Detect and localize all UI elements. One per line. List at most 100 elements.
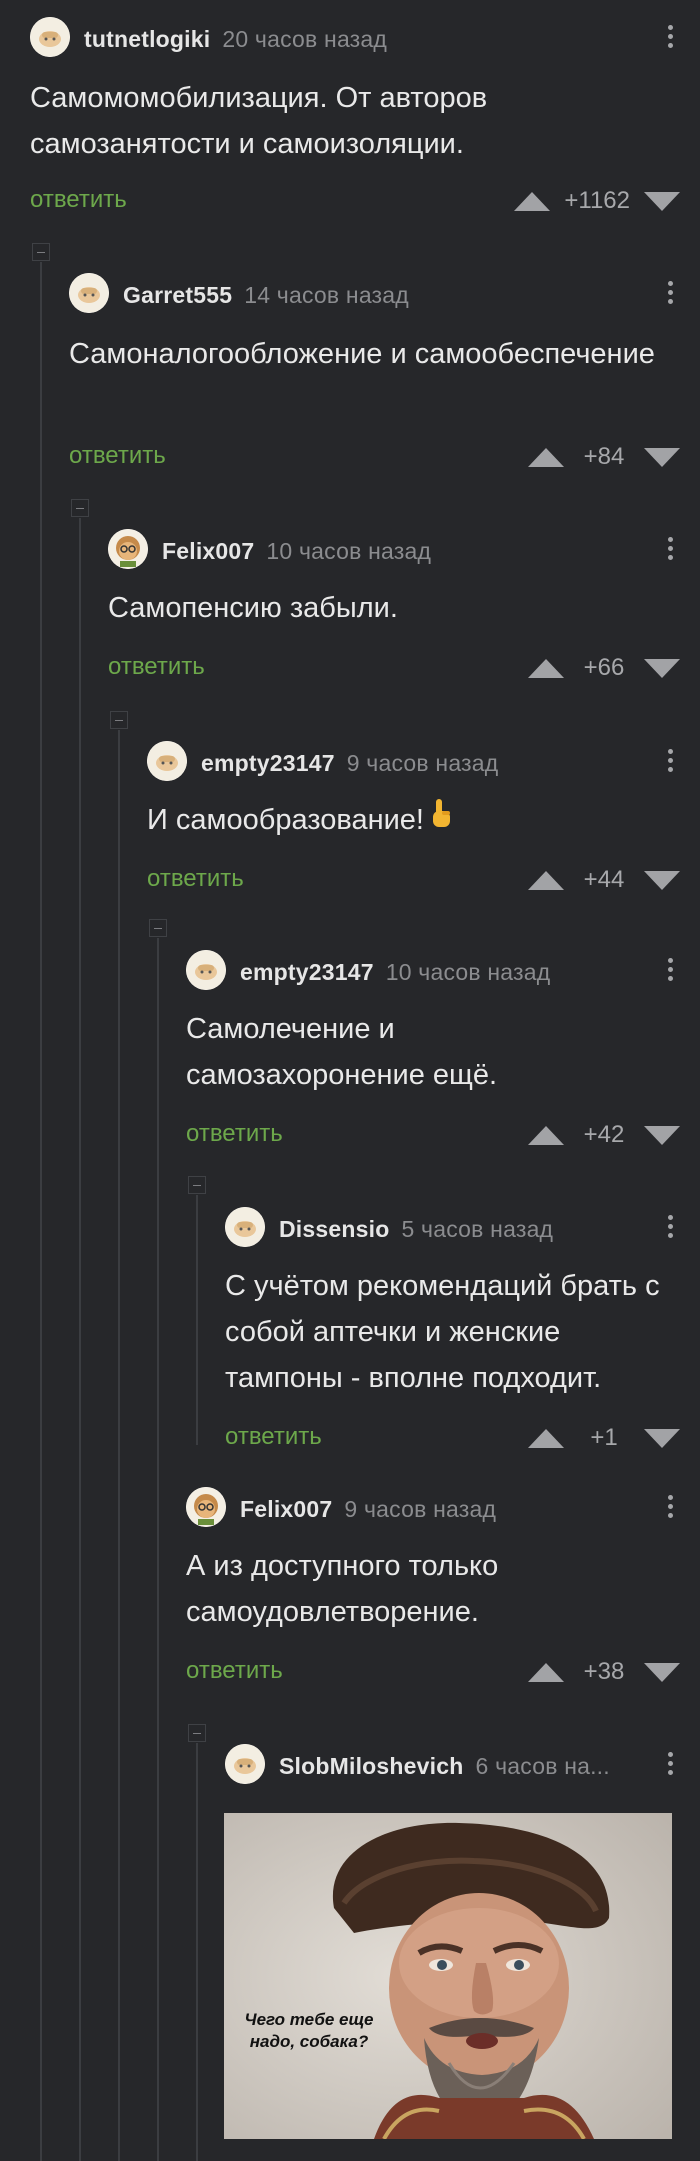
upvote-icon[interactable] <box>528 870 564 890</box>
comment: SlobMiloshevich 6 часов на... <box>225 1744 700 1804</box>
reply-button[interactable]: ответить <box>69 442 166 470</box>
avatar[interactable] <box>30 17 70 57</box>
username-text[interactable]: empty23147 <box>201 750 335 776</box>
reply-button[interactable]: ответить <box>186 1120 283 1148</box>
collapse-button[interactable] <box>110 711 128 729</box>
comment-header: Garret555 14 часов назад <box>69 273 700 313</box>
upvote-icon[interactable] <box>528 658 564 678</box>
more-options-icon[interactable] <box>658 745 682 779</box>
username[interactable]: tutnetlogiki 20 часов назад <box>84 26 387 53</box>
username[interactable]: Felix007 10 часов назад <box>162 538 431 565</box>
comment-actions: ответить +1 <box>225 1417 700 1457</box>
more-options-icon[interactable] <box>658 1211 682 1245</box>
avatar[interactable] <box>186 950 226 990</box>
reply-button[interactable]: ответить <box>225 1423 322 1451</box>
avatar[interactable] <box>225 1207 265 1247</box>
collapse-button[interactable] <box>32 243 50 261</box>
username[interactable]: SlobMiloshevich 6 часов на... <box>279 1753 610 1780</box>
branch-line <box>196 1195 198 1445</box>
comment-text-content: И самообразование! <box>147 804 424 836</box>
upvote-icon[interactable] <box>528 447 564 467</box>
timestamp: 9 часов назад <box>346 750 499 776</box>
username[interactable]: empty23147 9 часов назад <box>201 750 498 777</box>
comment: Felix007 9 часов назад А из доступного то… <box>186 1487 700 1697</box>
collapse-button[interactable] <box>188 1724 206 1742</box>
username[interactable]: Felix007 9 часов назад <box>240 1496 496 1523</box>
timestamp: 9 часов назад <box>344 1496 497 1522</box>
more-options-icon[interactable] <box>658 954 682 988</box>
timestamp: 20 часов назад <box>222 26 388 52</box>
downvote-icon[interactable] <box>644 447 680 467</box>
comment-header: Felix007 10 часов назад <box>108 529 700 569</box>
comment-header: empty23147 10 часов назад <box>186 950 700 990</box>
timestamp: 5 часов назад <box>401 1216 554 1242</box>
comment-text: С учётом рекомендаций брать с собой апте… <box>225 1270 660 1394</box>
upvote-icon[interactable] <box>528 1662 564 1682</box>
username-text[interactable]: tutnetlogiki <box>84 26 210 52</box>
upvote-icon[interactable] <box>528 1428 564 1448</box>
reply-button[interactable]: ответить <box>30 186 127 214</box>
comment: empty23147 9 часов назад И самообразовани… <box>147 741 700 901</box>
vote-controls: +1 <box>528 1421 680 1455</box>
timestamp: 10 часов назад <box>266 538 432 564</box>
more-options-icon[interactable] <box>658 533 682 567</box>
comment-header: Dissensio 5 часов назад <box>225 1207 700 1247</box>
username-text[interactable]: Felix007 <box>240 1496 332 1522</box>
avatar[interactable] <box>147 741 187 781</box>
rating-score: +1162 <box>564 187 630 214</box>
upvote-icon[interactable] <box>514 191 551 211</box>
avatar[interactable] <box>186 1487 226 1527</box>
vote-controls: +38 <box>528 1655 680 1689</box>
username[interactable]: Dissensio 5 часов назад <box>279 1216 553 1243</box>
downvote-icon[interactable] <box>644 870 680 890</box>
avatar[interactable] <box>108 529 148 569</box>
branch-line <box>40 262 42 2161</box>
comment: Dissensio 5 часов назад С учётом рекоменд… <box>225 1207 700 1467</box>
username[interactable]: Garret555 14 часов назад <box>123 282 409 309</box>
vote-controls: +42 <box>528 1118 680 1152</box>
username-text[interactable]: SlobMiloshevich <box>279 1753 463 1779</box>
comment-text: Самомомобилизация. От авторов самозанято… <box>30 82 488 160</box>
collapse-button[interactable] <box>71 499 89 517</box>
comment-image[interactable]: Чего тебе еще надо, собака? <box>224 1813 672 2139</box>
rating-score: +42 <box>583 1121 625 1148</box>
vote-controls: +1162 <box>514 184 680 218</box>
comment-text: Самопенсию забыли. <box>108 592 398 624</box>
downvote-icon[interactable] <box>644 1662 680 1682</box>
comment-actions: ответить +42 <box>186 1114 700 1154</box>
downvote-icon[interactable] <box>644 1428 680 1448</box>
comment-header: Felix007 9 часов назад <box>186 1487 700 1527</box>
reply-button[interactable]: ответить <box>147 865 244 893</box>
username-text[interactable]: empty23147 <box>240 959 374 985</box>
vote-controls: +44 <box>528 863 680 897</box>
collapse-button[interactable] <box>188 1176 206 1194</box>
rating-score: +66 <box>583 654 625 681</box>
comment-actions: ответить +66 <box>108 647 700 687</box>
branch-line <box>196 1743 198 2161</box>
reply-button[interactable]: ответить <box>186 1657 283 1685</box>
username-text[interactable]: Dissensio <box>279 1216 389 1242</box>
collapse-button[interactable] <box>149 919 167 937</box>
rating-score: +1 <box>590 1424 618 1451</box>
meme-illustration <box>224 1813 672 2139</box>
avatar[interactable] <box>225 1744 265 1784</box>
username[interactable]: empty23147 10 часов назад <box>240 959 550 986</box>
reply-button[interactable]: ответить <box>108 653 205 681</box>
more-options-icon[interactable] <box>658 277 682 311</box>
downvote-icon[interactable] <box>644 1125 680 1145</box>
more-options-icon[interactable] <box>658 1748 682 1782</box>
pointing-up-hand-icon <box>428 797 454 845</box>
comment-actions: ответить +44 <box>147 859 700 899</box>
downvote-icon[interactable] <box>644 191 680 211</box>
comment: Felix007 10 часов назад Самопенсию забыли… <box>108 529 700 689</box>
more-options-icon[interactable] <box>658 1491 682 1525</box>
more-options-icon[interactable] <box>658 21 682 55</box>
username-text[interactable]: Felix007 <box>162 538 254 564</box>
timestamp: 14 часов назад <box>244 282 409 308</box>
branch-line <box>118 730 120 2161</box>
avatar[interactable] <box>69 273 109 313</box>
downvote-icon[interactable] <box>644 658 680 678</box>
upvote-icon[interactable] <box>528 1125 564 1145</box>
comment-header: tutnetlogiki 20 часов назад <box>30 17 700 57</box>
username-text[interactable]: Garret555 <box>123 282 232 308</box>
